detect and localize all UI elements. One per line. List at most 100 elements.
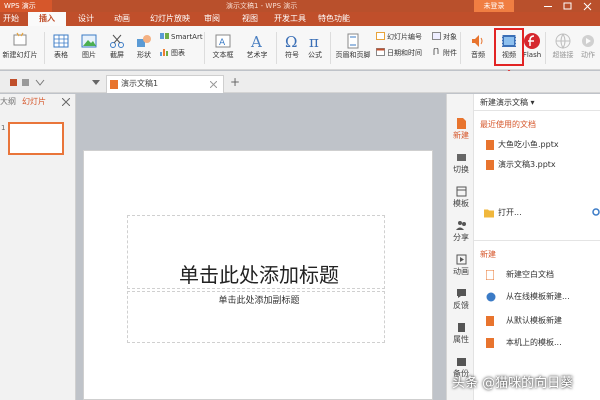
pane-header[interactable]: 新建演示文稿 ▾ — [480, 98, 535, 108]
tab-review[interactable]: 审阅 — [198, 12, 226, 26]
svg-text:π: π — [309, 33, 319, 50]
slide-thumbnail-panel: 大纲 幻灯片 1 — [0, 94, 76, 400]
chart-button[interactable]: 图表 — [160, 48, 185, 58]
tab-slideshow[interactable]: 幻灯片放映 — [146, 12, 194, 26]
svg-text:A: A — [219, 38, 226, 48]
quick-access-icons[interactable] — [10, 78, 50, 87]
svg-text:Ω: Ω — [285, 33, 297, 50]
default-template-icon — [486, 316, 494, 326]
app-menu-button[interactable]: WPS 演示 — [0, 0, 52, 12]
ribbon-divider — [276, 32, 277, 64]
close-icon — [583, 2, 592, 11]
hyperlink-button[interactable]: 超链接 — [550, 32, 576, 60]
strip-item-properties[interactable]: 属性 — [447, 322, 475, 345]
picture-icon — [81, 34, 97, 48]
minimize-icon — [544, 6, 552, 7]
slide-title: 单击此处添加标题 — [179, 263, 339, 287]
slide-number-icon — [376, 32, 385, 40]
date-time-button[interactable]: 日期和时间 — [376, 48, 422, 58]
slide-thumbnail[interactable] — [8, 122, 64, 155]
strip-item-template[interactable]: 模板 — [447, 186, 475, 209]
new-from-default-template[interactable]: 从默认模板新建 — [506, 316, 562, 326]
strip-item-share[interactable]: 分享 — [447, 220, 475, 243]
symbol-button[interactable]: Ω 符号 — [280, 32, 304, 60]
action-button[interactable]: 动作 — [576, 32, 600, 60]
new-from-online-template[interactable]: 从在线模板新建... — [506, 292, 570, 302]
animation-icon — [456, 254, 466, 265]
tab-outline[interactable]: 大纲 — [0, 96, 16, 108]
recent-file-2[interactable]: 演示文稿3.pptx — [498, 160, 556, 170]
strip-item-animation[interactable]: 动画 — [447, 254, 475, 277]
maximize-icon — [563, 2, 572, 10]
new-presentation-pane: 新建演示文稿 ▾ 最近使用的文档 大鱼吃小鱼.pptx 演示文稿3.pptx 打… — [474, 94, 600, 400]
attachment-button[interactable]: 附件 — [432, 48, 457, 58]
close-panel-icon[interactable] — [62, 98, 70, 106]
tab-home[interactable]: 开始 — [0, 12, 22, 26]
slide-number-button[interactable]: 幻灯片编号 — [376, 32, 422, 42]
window-controls[interactable] — [530, 0, 600, 12]
new-doc-icon — [456, 118, 466, 129]
calendar-icon — [376, 48, 385, 56]
picture-button[interactable]: 图片 — [76, 32, 102, 60]
backup-icon — [456, 358, 466, 366]
speaker-icon — [472, 35, 483, 47]
tab-developer[interactable]: 开发工具 — [270, 12, 310, 26]
screenshot-button[interactable]: 截屏 — [104, 32, 130, 60]
flash-icon — [524, 33, 540, 49]
add-tab-button[interactable]: + — [230, 75, 240, 89]
login-button[interactable]: 未登录 — [474, 0, 514, 12]
new-slide-button[interactable]: 新建幻灯片 — [0, 32, 40, 60]
table-icon — [53, 34, 69, 48]
strip-item-new[interactable]: 新建 — [447, 118, 475, 141]
properties-icon — [457, 323, 465, 332]
title-bar: WPS 演示 演示文稿1 - WPS 演示 未登录 — [0, 0, 600, 12]
template-icon — [456, 186, 466, 197]
strip-item-transition[interactable]: 切换 — [447, 152, 475, 175]
formula-button[interactable]: π 公式 — [304, 32, 326, 60]
strip-item-feedback[interactable]: 反馈 — [447, 288, 475, 311]
menu-bar: 开始 插入 设计 动画 幻灯片放映 审阅 视图 开发工具 特色功能 — [0, 12, 600, 26]
header-footer-button[interactable]: 页眉和页脚 — [332, 32, 374, 60]
new-blank-doc[interactable]: 新建空白文档 — [506, 270, 554, 280]
wordart-button[interactable]: A 艺术字 — [240, 32, 274, 60]
table-button[interactable]: 表格 — [48, 32, 74, 60]
slide-canvas[interactable]: 单击此处添加标题 单击此处添加副标题 — [83, 150, 433, 400]
pane-divider — [474, 240, 600, 241]
pptx-file-icon — [486, 160, 494, 170]
pane-divider — [474, 110, 600, 111]
action-icon — [582, 35, 594, 47]
globe-link-icon — [555, 33, 571, 50]
ribbon-divider — [204, 32, 205, 64]
pi-icon: π — [309, 33, 319, 50]
open-file-link[interactable]: 打开... — [498, 208, 522, 218]
window-title: 演示文稿1 - WPS 演示 — [226, 2, 298, 10]
audio-button[interactable]: 音频 — [464, 32, 492, 60]
recent-file-1[interactable]: 大鱼吃小鱼.pptx — [498, 140, 559, 150]
textbox-icon: A — [215, 34, 231, 48]
chevron-down-icon[interactable] — [92, 80, 100, 86]
svg-text:A: A — [250, 33, 262, 50]
smartart-button[interactable]: SmartArt — [160, 32, 203, 42]
tab-slides[interactable]: 幻灯片 — [22, 96, 46, 108]
tab-design[interactable]: 设计 — [72, 12, 100, 26]
tab-animation[interactable]: 动画 — [108, 12, 136, 26]
feedback-icon — [456, 289, 466, 298]
tab-insert[interactable]: 插入 — [28, 12, 66, 26]
scissors-icon — [110, 34, 124, 48]
omega-icon: Ω — [285, 33, 297, 50]
recent-docs-heading: 最近使用的文档 — [480, 120, 536, 129]
object-button[interactable]: 对象 — [432, 32, 457, 42]
gear-icon[interactable] — [592, 208, 600, 216]
tab-document-1[interactable]: 演示文稿1 — [106, 75, 224, 93]
new-section-heading: 新建 — [480, 250, 496, 259]
flash-button[interactable]: Flash — [522, 32, 542, 60]
shape-button[interactable]: 形状 — [130, 32, 158, 60]
textbox-button[interactable]: A 文本框 — [208, 32, 238, 60]
tab-features[interactable]: 特色功能 — [314, 12, 354, 26]
online-template-icon — [486, 292, 496, 302]
tab-view[interactable]: 视图 — [236, 12, 264, 26]
local-templates[interactable]: 本机上的模板... — [506, 338, 562, 348]
close-tab-icon[interactable] — [210, 81, 217, 88]
chart-icon — [160, 49, 168, 56]
folder-icon — [484, 209, 494, 218]
